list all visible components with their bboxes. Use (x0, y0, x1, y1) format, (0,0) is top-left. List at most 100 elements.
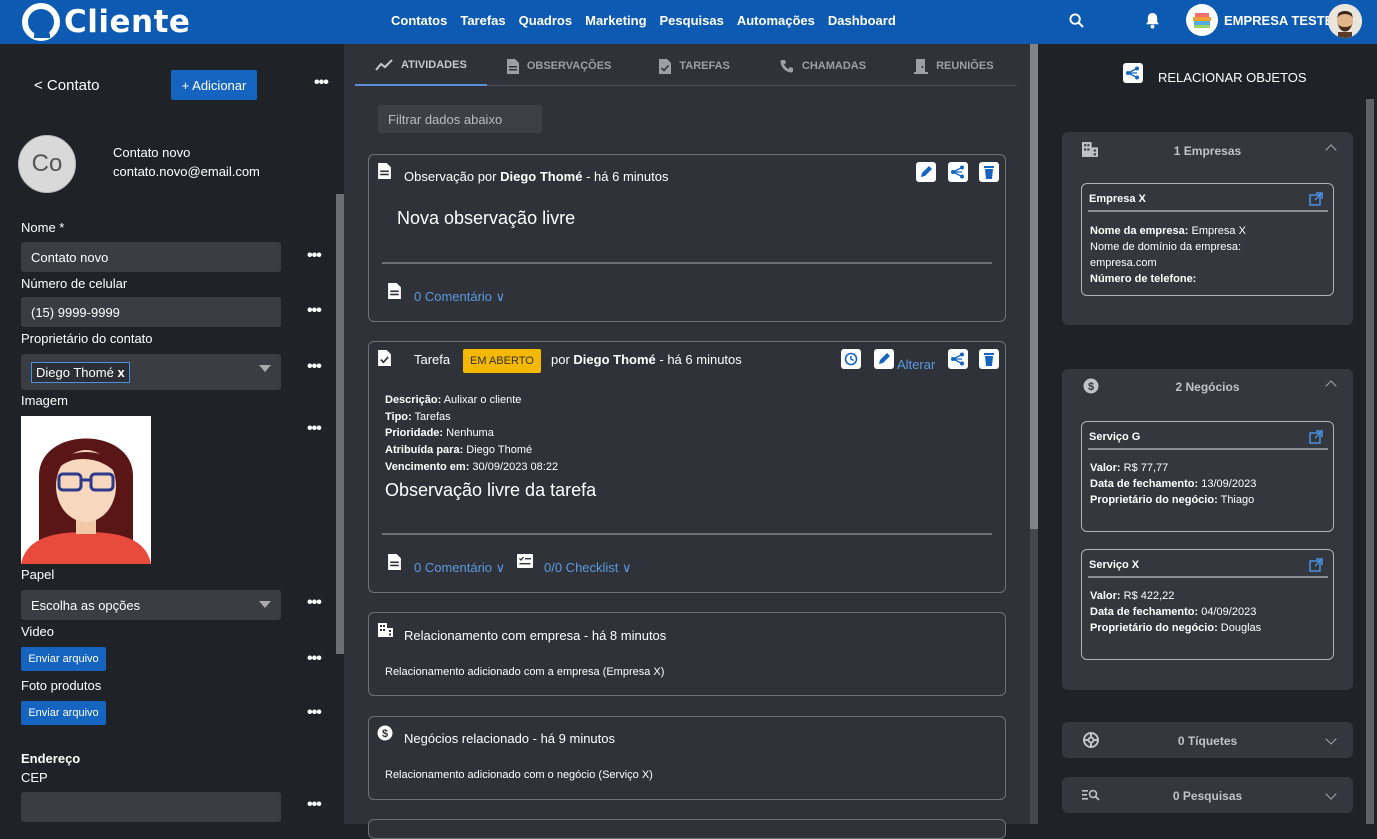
trash-icon[interactable] (979, 349, 999, 369)
divider (1088, 210, 1328, 212)
nav-dashboard[interactable]: Dashboard (828, 13, 896, 28)
user-avatar[interactable] (1328, 4, 1362, 38)
filter-input[interactable]: Filtrar dados abaixo (378, 105, 542, 133)
search-icon[interactable] (1069, 13, 1084, 28)
task-icon (659, 58, 672, 74)
video-options-button[interactable]: ••• (307, 651, 322, 667)
company-switcher[interactable]: EMPRESA TESTE (1186, 4, 1333, 36)
nav-contatos[interactable]: Contatos (391, 13, 447, 28)
deals-section-header[interactable]: 2 Negócios (1062, 380, 1353, 394)
alterar-link[interactable]: Alterar (897, 357, 935, 372)
right-scrollbar[interactable] (1366, 99, 1374, 824)
company-logo-icon (1186, 4, 1218, 36)
task-icon (378, 350, 391, 366)
nav-pesquisas[interactable]: Pesquisas (660, 13, 724, 28)
foto-upload-button[interactable]: Enviar arquivo (21, 701, 106, 725)
chart-line-icon (375, 59, 393, 71)
relate-icon[interactable] (948, 349, 968, 369)
cep-input[interactable] (21, 792, 281, 822)
add-button[interactable]: + Adicionar (171, 70, 257, 100)
video-upload-button[interactable]: Enviar arquivo (21, 647, 106, 671)
nav-marketing[interactable]: Marketing (585, 13, 646, 28)
deal-valor: Valor: R$ 77,77 (1090, 462, 1169, 474)
task-vencimento: Vencimento em: 30/09/2023 08:22 (385, 461, 559, 473)
papel-options-button[interactable]: ••• (307, 595, 322, 611)
external-link-icon[interactable] (1309, 430, 1323, 444)
nav-quadros[interactable]: Quadros (519, 13, 572, 28)
celular-options-button[interactable]: ••• (307, 303, 322, 319)
task-atribuida: Atribuída para: Diego Thomé (385, 444, 533, 456)
company-telefone-label: Número de telefone: (1090, 273, 1197, 285)
cep-options-button[interactable]: ••• (307, 797, 322, 813)
edit-icon[interactable] (874, 349, 894, 369)
nav-automacoes[interactable]: Automações (737, 13, 815, 28)
deal-card-title: Serviço G (1089, 431, 1141, 443)
checklist-toggle[interactable]: 0/0 Checklist ∨ (544, 560, 632, 576)
reschedule-icon[interactable] (841, 349, 861, 369)
proprietario-options-button[interactable]: ••• (307, 359, 322, 375)
observation-card: Observação por Diego Thomé - há 6 minuto… (368, 154, 1006, 322)
relate-icon[interactable] (948, 162, 968, 182)
task-header: por Diego Thomé - há 6 minutos (551, 352, 742, 367)
dollar-icon: $ (377, 725, 393, 741)
next-activity-card (368, 819, 1006, 839)
deal-data: Data de fechamento: 13/09/2023 (1090, 478, 1257, 490)
relate-objects-icon (1123, 63, 1143, 83)
field-label-papel: Papel (21, 567, 55, 582)
comments-toggle[interactable]: 0 Comentário ∨ (414, 560, 505, 576)
center-scrollbar[interactable] (1030, 44, 1038, 824)
divider (1088, 576, 1328, 578)
owner-chip-remove[interactable]: x (117, 365, 124, 380)
papel-select[interactable]: Escolha as opções (21, 590, 281, 620)
contact-photo[interactable] (21, 416, 151, 564)
tickets-section-header: 0 Tíquetes (1177, 734, 1238, 748)
field-label-video: Video (21, 624, 55, 639)
trash-icon[interactable] (979, 162, 999, 182)
nav-tarefas[interactable]: Tarefas (460, 13, 505, 28)
owner-chip[interactable]: Diego Thomé x (31, 361, 130, 383)
external-link-icon[interactable] (1309, 558, 1323, 572)
bell-icon[interactable] (1145, 12, 1160, 29)
edit-icon[interactable] (916, 162, 936, 182)
imagem-options-button[interactable]: ••• (307, 421, 322, 437)
companies-section-header[interactable]: 1 Empresas (1062, 144, 1353, 158)
external-link-icon[interactable] (1309, 192, 1323, 206)
brand-name: Cliente (64, 4, 191, 40)
brand-logo[interactable]: Cliente (22, 3, 190, 41)
deals-section: $ 2 Negócios Serviço G Valor: R$ 77,77 D… (1062, 369, 1353, 690)
tab-observacoes[interactable]: OBSERVAÇÕES (487, 46, 632, 86)
task-tipo: Tipo: Tarefas (385, 411, 451, 423)
contact-menu-button[interactable]: ••• (314, 75, 329, 91)
company-card: Empresa X Nome da empresa: Empresa X Nom… (1081, 183, 1334, 296)
chevron-down-icon[interactable] (259, 601, 271, 608)
tab-tarefas[interactable]: TAREFAS (631, 46, 750, 86)
celular-input[interactable]: (15) 9999-9999 (21, 297, 281, 327)
tickets-section[interactable]: 0 Tíquetes (1062, 722, 1353, 758)
document-icon (378, 163, 391, 179)
task-card: Tarefa EM ABERTO por Diego Thomé - há 6 … (368, 341, 1006, 593)
nome-input[interactable]: Contato novo (21, 242, 281, 272)
chevron-down-icon[interactable] (259, 365, 271, 372)
company-relation-body: Relacionamento adicionado com a empresa … (385, 666, 665, 678)
field-label-foto: Foto produtos (21, 678, 102, 693)
foto-options-button[interactable]: ••• (307, 705, 322, 721)
nome-options-button[interactable]: ••• (307, 248, 322, 264)
svg-text:$: $ (382, 728, 388, 740)
back-to-contacts-link[interactable]: < Contato (34, 77, 99, 94)
deal-relation-body: Relacionamento adicionado com o negócio … (385, 769, 653, 781)
tab-atividades[interactable]: ATIVIDADES (355, 46, 487, 86)
tab-reunioes[interactable]: REUNIÕES (886, 46, 1013, 86)
company-name: EMPRESA TESTE (1224, 12, 1334, 28)
comments-toggle[interactable]: 0 Comentário ∨ (414, 289, 505, 305)
tab-chamadas[interactable]: CHAMADAS (750, 46, 886, 86)
surveys-section-header: 0 Pesquisas (1172, 789, 1243, 803)
task-prioridade: Prioridade: Nenhuma (385, 427, 494, 439)
proprietario-select[interactable]: Diego Thomé x (21, 354, 281, 390)
left-scrollbar[interactable] (336, 44, 344, 824)
task-body: Observação livre da tarefa (385, 480, 597, 500)
deal-proprietario: Proprietário do negócio: Douglas (1090, 622, 1262, 634)
main-nav: Contatos Tarefas Quadros Marketing Pesqu… (391, 13, 896, 28)
relate-objects-title: RELACIONAR OBJETOS (1158, 70, 1307, 85)
companies-section: 1 Empresas Empresa X Nome da empresa: Em… (1062, 132, 1353, 325)
surveys-section[interactable]: 0 Pesquisas (1062, 777, 1353, 813)
